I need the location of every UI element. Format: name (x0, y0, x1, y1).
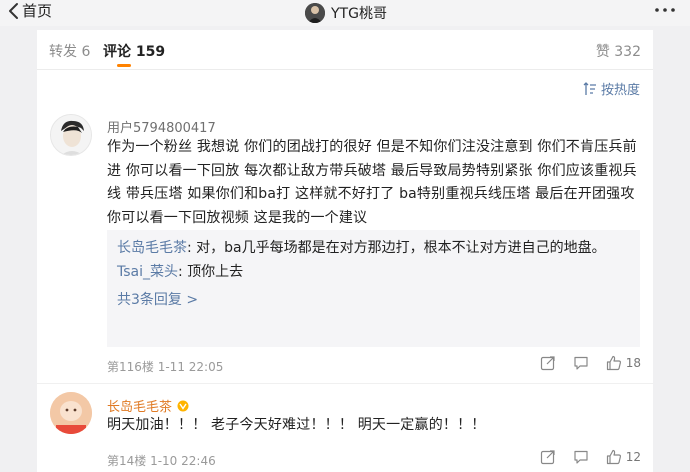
like-count: 12 (625, 450, 641, 464)
page-title-text: YTG桃哥 (331, 6, 387, 22)
tab-repost[interactable]: 转发 6 (49, 41, 90, 61)
reply-username[interactable]: 长岛毛毛茶 (117, 240, 187, 256)
sort-icon (583, 81, 596, 95)
like-count: 18 (625, 356, 641, 370)
vip-badge-icon (177, 400, 189, 412)
back-label: 首页 (22, 2, 53, 20)
tab-bar: 转发 6 评论 159 赞 332 (37, 30, 653, 70)
thumbs-up-icon[interactable] (606, 355, 622, 371)
reply-preview-box[interactable]: 长岛毛毛茶: 对，ba几乎每场都是在对方那边打，根本不让对方进自己的地盘。 Ts… (107, 230, 640, 347)
comment-icon[interactable] (573, 449, 589, 465)
user-avatar-icon (50, 392, 92, 434)
reply-text: 对，ba几乎每场都是在对方那边打，根本不让对方进自己的地盘。 (196, 240, 606, 256)
avatar[interactable] (305, 3, 325, 23)
comment-username[interactable]: 长岛毛毛茶 (107, 396, 190, 415)
comment-icon[interactable] (573, 355, 589, 371)
user-avatar-icon (51, 115, 91, 155)
reply-username[interactable]: Tsai_菜头 (117, 264, 178, 280)
comment-floor-and-time: 第116楼 1-11 22:05 (107, 360, 224, 374)
comment-actions: 12 (540, 449, 641, 465)
comment-text: 明天加油！！！ 老子今天好难过！！！ 明天一定赢的！！！ (107, 417, 486, 433)
comment-username-text: 长岛毛毛茶 (107, 400, 173, 415)
chevron-left-icon (9, 3, 18, 19)
share-icon[interactable] (540, 355, 556, 371)
view-all-replies-link[interactable]: 共3条回复 > (117, 288, 630, 312)
sort-bar: 按热度 (37, 70, 653, 104)
top-nav-bar: 首页 YTG桃哥 (0, 0, 690, 26)
comment-floor-and-time: 第14楼 1-10 22:46 (107, 454, 216, 468)
comment-item: 用户5794800417 作为一个粉丝 我想说 你们的团战打的很好 但是不知你们… (37, 114, 653, 384)
thumbs-up-icon[interactable] (606, 449, 622, 465)
avatar[interactable] (50, 114, 92, 156)
reply-separator: : (178, 264, 188, 280)
reply-separator: : (187, 240, 197, 256)
user-avatar-icon (305, 3, 325, 23)
reply-text: 顶你上去 (187, 264, 244, 280)
back-button[interactable]: 首页 (8, 1, 52, 21)
comments-card: 转发 6 评论 159 赞 332 按热度 用户5794800417 作为一个粉… (37, 30, 653, 472)
reply-item: Tsai_菜头: 顶你上去 (117, 260, 630, 284)
share-icon[interactable] (540, 449, 556, 465)
page-title: YTG桃哥 (305, 0, 387, 26)
avatar[interactable] (50, 392, 92, 434)
sort-by-hot-button[interactable]: 按热度 (583, 79, 640, 98)
sort-label: 按热度 (600, 83, 640, 98)
reply-item: 长岛毛毛茶: 对，ba几乎每场都是在对方那边打，根本不让对方进自己的地盘。 (117, 236, 630, 260)
tab-like[interactable]: 赞 332 (596, 41, 641, 61)
more-icon[interactable] (654, 3, 676, 17)
active-tab-indicator (117, 64, 131, 67)
comment-username[interactable]: 用户5794800417 (107, 117, 216, 136)
comment-item: 长岛毛毛茶 明天加油！！！ 老子今天好难过！！！ 明天一定赢的！！！ 第14楼 … (37, 392, 653, 472)
comment-actions: 18 (540, 355, 641, 371)
tab-comment[interactable]: 评论 159 (103, 41, 165, 61)
comment-text: 作为一个粉丝 我想说 你们的团战打的很好 但是不知你们注没注意到 你们不肯压兵前… (107, 139, 637, 226)
